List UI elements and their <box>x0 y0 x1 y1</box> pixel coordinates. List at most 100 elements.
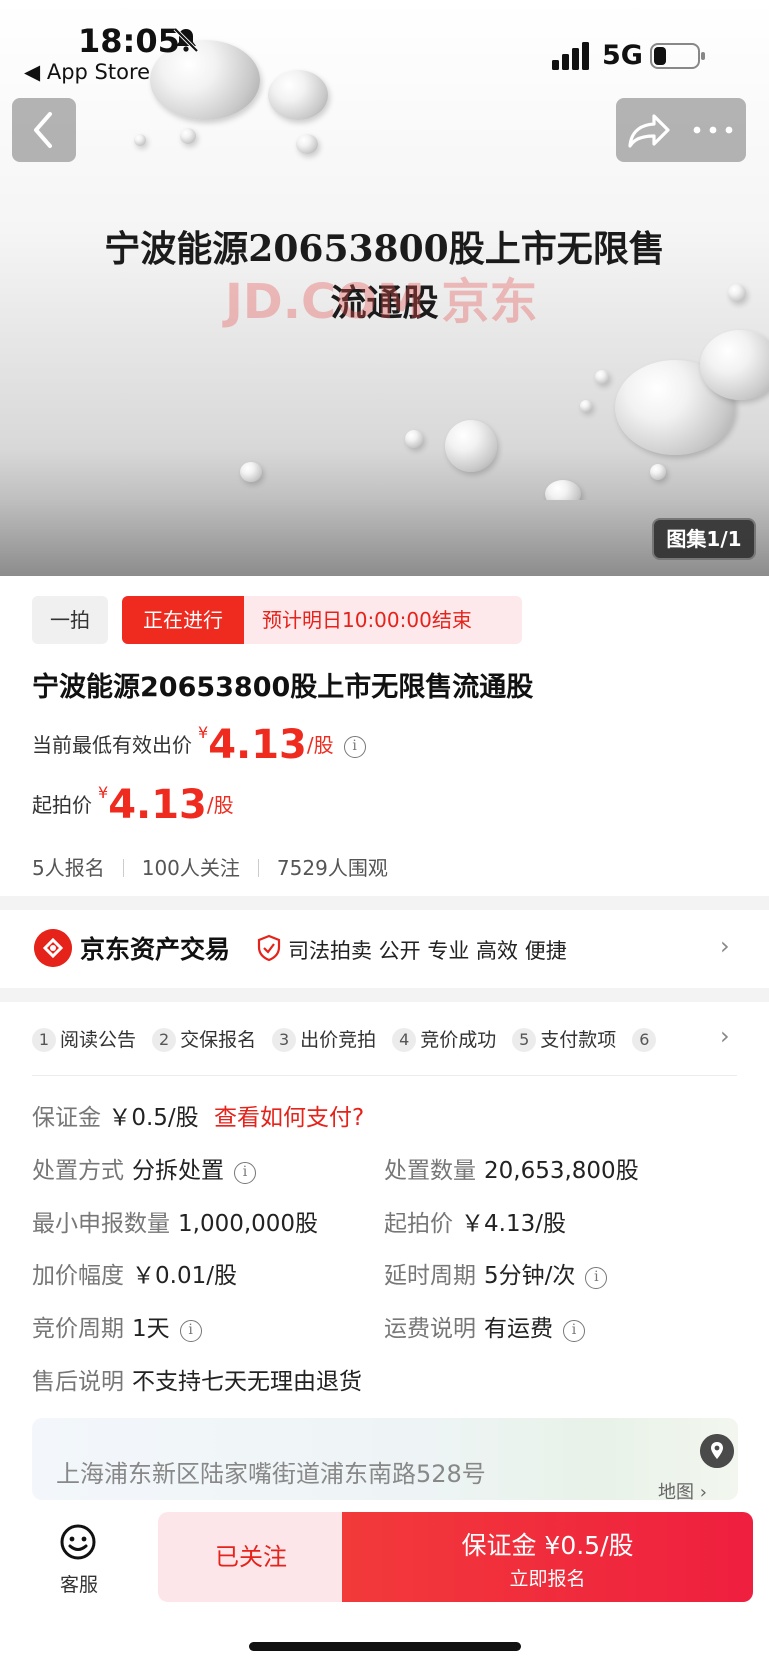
step-item: 5 支付款项 <box>512 1025 616 1052</box>
delay-period: 延时周期 5分钟/次 i <box>384 1256 608 1290</box>
seller-name: 京东资产交易 <box>80 935 231 964</box>
water-drop <box>650 464 666 480</box>
how-to-pay-link[interactable]: 查看如何支付? <box>214 1105 364 1131</box>
water-drop <box>580 400 592 412</box>
stat-divider <box>122 859 124 877</box>
customer-service-icon[interactable] <box>58 1522 98 1562</box>
field-label: 处置方式 <box>32 1158 124 1184</box>
jd-watermark: JD.COM 京东 <box>225 274 538 330</box>
min-declared-quantity: 最小申报数量 1,000,000股 <box>32 1204 318 1238</box>
disposal-quantity: 处置数量 20,653,800股 <box>384 1151 639 1185</box>
field-label: 竞价周期 <box>32 1316 124 1342</box>
water-drop <box>445 420 497 472</box>
step-number: 6 <box>632 1028 657 1052</box>
step-number: 2 <box>152 1028 177 1052</box>
lot-title: 宁波能源20653800股上市无限售流通股 <box>32 672 534 703</box>
currency-symbol: ¥ <box>98 783 109 802</box>
field-value: 有运费 <box>484 1316 553 1342</box>
field-value: 不支持七天无理由退货 <box>132 1369 362 1395</box>
end-time-text: 预计明日10:00:00结束 <box>262 608 472 632</box>
shield-check-icon <box>257 934 281 962</box>
stat-divider <box>257 859 259 877</box>
step-item: 6 <box>632 1028 660 1052</box>
step-label: 出价竞拍 <box>300 1029 377 1051</box>
step-item: 2 交保报名 <box>152 1025 256 1052</box>
chevron-right-icon[interactable]: › <box>720 932 730 960</box>
info-icon[interactable]: i <box>179 1320 202 1342</box>
water-drop <box>296 134 318 154</box>
price-unit: /股 <box>306 733 334 757</box>
disposal-method: 处置方式 分拆处置 i <box>32 1151 256 1185</box>
chevron-left-icon <box>34 112 52 148</box>
start-price-row: 起拍价 ¥4.13/股 <box>32 782 234 828</box>
map-link-label: 地图 <box>658 1482 694 1500</box>
address-text: 上海浦东新区陆家嘴街道浦东南路528号 <box>56 1460 486 1488</box>
start-price-value: 4.13 <box>108 782 207 828</box>
bid-increment: 加价幅度 ￥0.01/股 <box>32 1256 237 1290</box>
step-label: 支付款项 <box>540 1029 617 1051</box>
starting-price: 起拍价 ￥4.13/股 <box>384 1204 566 1238</box>
step-number: 4 <box>392 1028 417 1052</box>
viewer-count: 7529人围观 <box>276 856 388 880</box>
after-sale-info: 售后说明 不支持七天无理由退货 <box>32 1362 362 1396</box>
customer-service-label[interactable]: 客服 <box>60 1570 98 1597</box>
status-time: 18:05 <box>78 22 180 60</box>
field-label: 处置数量 <box>384 1158 476 1184</box>
info-icon[interactable]: i <box>563 1320 585 1342</box>
currency-symbol: ¥ <box>198 723 209 742</box>
enrolled-count: 5人报名 <box>32 856 105 880</box>
map-pin-icon <box>700 1434 734 1468</box>
water-drop <box>595 370 609 384</box>
step-number: 1 <box>32 1028 56 1052</box>
step-label: 阅读公告 <box>60 1029 137 1051</box>
deposit-row: 保证金 ￥0.5/股 查看如何支付? <box>32 1098 364 1132</box>
field-label: 延时周期 <box>384 1263 476 1289</box>
price-unit: /股 <box>206 793 234 817</box>
info-icon[interactable]: i <box>234 1162 256 1184</box>
bell-muted-icon <box>173 27 199 53</box>
step-label: 竞价成功 <box>420 1029 497 1051</box>
current-price-row: 当前最低有效出价 ¥4.13/股 i <box>32 722 366 768</box>
field-label: 运费说明 <box>384 1316 476 1342</box>
home-indicator[interactable] <box>249 1642 521 1651</box>
field-value: 20,653,800股 <box>484 1158 639 1184</box>
step-label: 交保报名 <box>180 1029 257 1051</box>
follow-button[interactable]: 已关注 <box>158 1512 344 1602</box>
section-gap <box>0 988 769 1002</box>
info-icon[interactable]: i <box>585 1267 608 1289</box>
deposit-value: ￥0.5/股 <box>108 1105 199 1131</box>
water-drop <box>180 128 196 144</box>
step-number: 3 <box>272 1028 297 1052</box>
map-link[interactable]: 地图 › <box>658 1478 707 1500</box>
divider <box>32 1075 737 1076</box>
seller-tags: 司法拍卖 公开 专业 高效 便捷 <box>288 939 567 963</box>
water-drop <box>240 462 262 482</box>
share-icon[interactable] <box>624 106 674 154</box>
more-icon[interactable] <box>690 118 736 142</box>
current-price-label: 当前最低有效出价 <box>32 733 192 757</box>
current-price-value: 4.13 <box>208 722 307 768</box>
field-label: 加价幅度 <box>32 1263 124 1289</box>
auction-status-pill: 正在进行 预计明日10:00:00结束 <box>122 596 522 644</box>
bottom-action-bar: 客服 已关注 保证金 ¥0.5/股 立即报名 <box>0 1500 769 1665</box>
album-badge[interactable]: 图集1/1 <box>652 518 756 560</box>
back-button[interactable] <box>12 98 76 162</box>
enroll-button[interactable]: 保证金 ¥0.5/股 立即报名 <box>342 1512 753 1602</box>
field-label: 最小申报数量 <box>32 1211 170 1237</box>
field-value: 5分钟/次 <box>484 1263 576 1289</box>
water-drop <box>405 430 423 448</box>
address-card[interactable]: 上海浦东新区陆家嘴街道浦东南路528号 地图 › <box>32 1418 738 1500</box>
chevron-right-icon[interactable]: › <box>720 1022 730 1050</box>
info-icon[interactable]: i <box>343 736 366 758</box>
field-label: 售后说明 <box>32 1369 124 1395</box>
field-value: ￥0.01/股 <box>132 1263 237 1289</box>
field-value: 1天 <box>132 1316 170 1342</box>
status-bar: 18:05 ◀ App Store 5G <box>0 0 769 90</box>
nav-actions <box>616 98 746 162</box>
auction-steps[interactable]: 1 阅读公告 2 交保报名 3 出价竞拍 4 竞价成功 5 支付款项 6 <box>32 1025 670 1052</box>
field-value: 1,000,000股 <box>178 1211 319 1237</box>
field-label: 起拍价 <box>384 1211 453 1237</box>
back-to-app-store[interactable]: ◀ App Store <box>24 60 150 84</box>
freight-info: 运费说明 有运费 i <box>384 1309 585 1343</box>
step-item: 3 出价竞拍 <box>272 1025 376 1052</box>
